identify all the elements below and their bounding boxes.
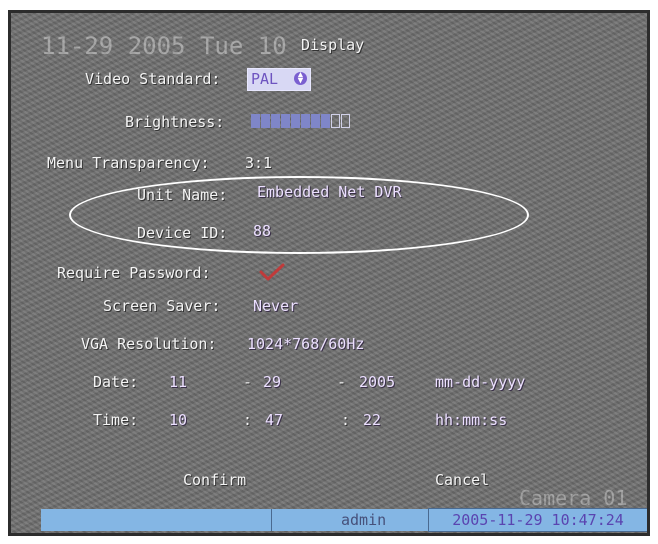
status-divider	[271, 509, 272, 531]
time-hour-field[interactable]: 10	[169, 411, 187, 429]
time-minute-field[interactable]: 47	[265, 411, 283, 429]
date-separator: -	[337, 373, 347, 391]
osd-ghost-datetime: 11-29 2005 Tue 10	[41, 32, 287, 60]
brightness-segment	[271, 114, 280, 128]
date-format-label: mm-dd-yyyy	[435, 373, 526, 391]
video-standard-label: Video Standard:	[85, 70, 221, 88]
brightness-segment	[291, 114, 300, 128]
time-separator: :	[243, 411, 253, 429]
time-separator: :	[341, 411, 351, 429]
date-month-field[interactable]: 11	[169, 373, 187, 391]
highlight-ellipse-annotation	[69, 176, 529, 254]
menu-transparency-label: Menu Transparency:	[47, 154, 210, 172]
confirm-button[interactable]: Confirm	[183, 471, 246, 489]
brightness-segment	[251, 114, 260, 128]
status-user: admin	[341, 511, 387, 529]
brightness-slider[interactable]	[251, 114, 355, 128]
brightness-segment	[321, 114, 330, 128]
brightness-segment	[341, 114, 350, 128]
time-label: Time:	[93, 411, 139, 429]
time-format-label: hh:mm:ss	[435, 411, 508, 429]
osd-ghost-camera: Camera 01	[519, 486, 628, 510]
menu-title: Display	[301, 36, 365, 54]
screen-saver-label: Screen Saver:	[103, 297, 221, 315]
cancel-button[interactable]: Cancel	[435, 471, 489, 489]
brightness-segment	[331, 114, 340, 128]
require-password-label: Require Password:	[57, 264, 211, 282]
date-label: Date:	[93, 373, 139, 391]
require-password-checkbox[interactable]	[259, 263, 285, 281]
status-datetime: 2005-11-29 10:47:24	[428, 508, 647, 532]
vga-resolution-value[interactable]: 1024*768/60Hz	[247, 335, 364, 353]
video-standard-select[interactable]: PAL ▲ ▼	[247, 68, 311, 91]
video-standard-value: PAL	[251, 70, 279, 88]
brightness-segment	[261, 114, 270, 128]
updown-arrow-icon: ▲ ▼	[294, 71, 307, 86]
dvr-display-menu: 11-29 2005 Tue 10 Display Video Standard…	[8, 10, 650, 536]
brightness-label: Brightness:	[125, 113, 225, 131]
date-day-field[interactable]: 29	[263, 373, 281, 391]
menu-transparency-value[interactable]: 3:1	[245, 154, 272, 172]
date-separator: -	[243, 373, 253, 391]
brightness-segment	[281, 114, 290, 128]
brightness-segment	[311, 114, 320, 128]
date-year-field[interactable]: 2005	[359, 373, 395, 391]
screen-saver-value[interactable]: Never	[253, 297, 298, 315]
vga-resolution-label: VGA Resolution:	[81, 335, 217, 353]
time-second-field[interactable]: 22	[363, 411, 381, 429]
brightness-segment	[301, 114, 310, 128]
status-bar: admin 2005-11-29 10:47:24	[41, 508, 647, 532]
